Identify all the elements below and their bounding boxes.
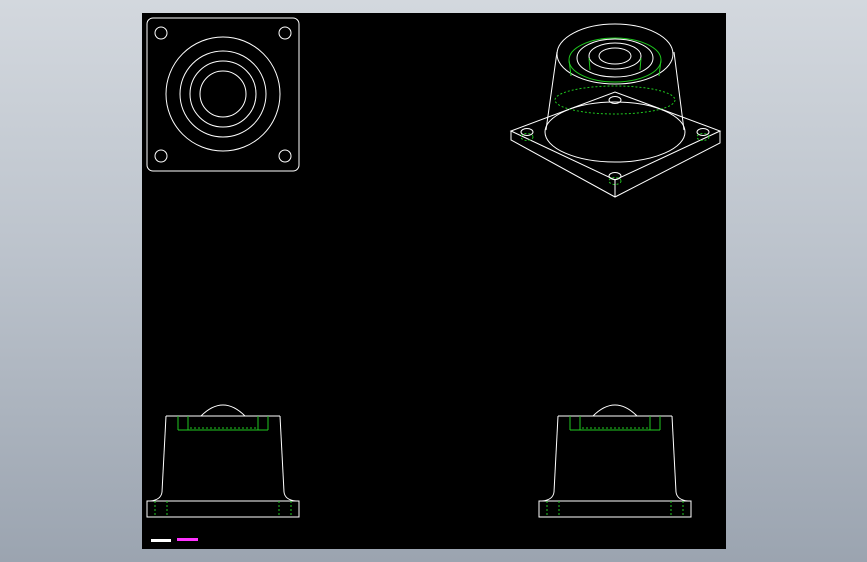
front-view-base-plate (146, 500, 300, 518)
front-view-body-right (279, 415, 285, 493)
iso-top-ring-2 (576, 38, 654, 78)
front-view-fillet-right (283, 491, 297, 502)
iso-body-left-side (545, 51, 558, 131)
title-block (151, 538, 198, 542)
title-text-b-mark (177, 538, 198, 541)
top-view-bore (199, 70, 247, 118)
top-view-bolt-hole-tl (154, 26, 168, 40)
top-view-flange-outline (146, 17, 300, 172)
side-view-body-right (671, 415, 677, 493)
iso-top-bore (598, 47, 632, 65)
isometric-view[interactable] (509, 23, 722, 198)
side-view-dome (592, 404, 638, 417)
iso-body-base-hidden (554, 85, 676, 115)
side-view-base-plate (538, 500, 692, 518)
top-view-bolt-hole-tr (278, 26, 292, 40)
cad-drawing (146, 17, 722, 542)
front-view-body-left (161, 415, 167, 493)
side-view-body-left (553, 415, 559, 493)
iso-base-top-face (509, 91, 722, 181)
side-view-fillet-right (675, 491, 689, 502)
front-view[interactable] (146, 404, 300, 518)
iso-top-ring-hidden (568, 37, 662, 83)
top-view-ring-2 (179, 50, 267, 138)
iso-top-hidden-right (658, 59, 662, 77)
top-view-bolt-hole-bl (154, 149, 168, 163)
top-view-bolt-hole-br (278, 149, 292, 163)
title-text-a-mark (151, 539, 171, 542)
front-view-fillet-left (149, 491, 163, 502)
top-view-outer-ring (165, 36, 281, 152)
side-view-fillet-left (541, 491, 555, 502)
iso-body-right-side (673, 51, 685, 131)
iso-top-hidden-left (568, 59, 572, 77)
iso-top-outer (556, 23, 674, 85)
iso-top-ring-3 (588, 42, 642, 70)
iso-body-base (544, 101, 686, 163)
top-view[interactable] (146, 17, 300, 172)
side-view[interactable] (538, 404, 692, 518)
front-view-dome (200, 404, 246, 417)
